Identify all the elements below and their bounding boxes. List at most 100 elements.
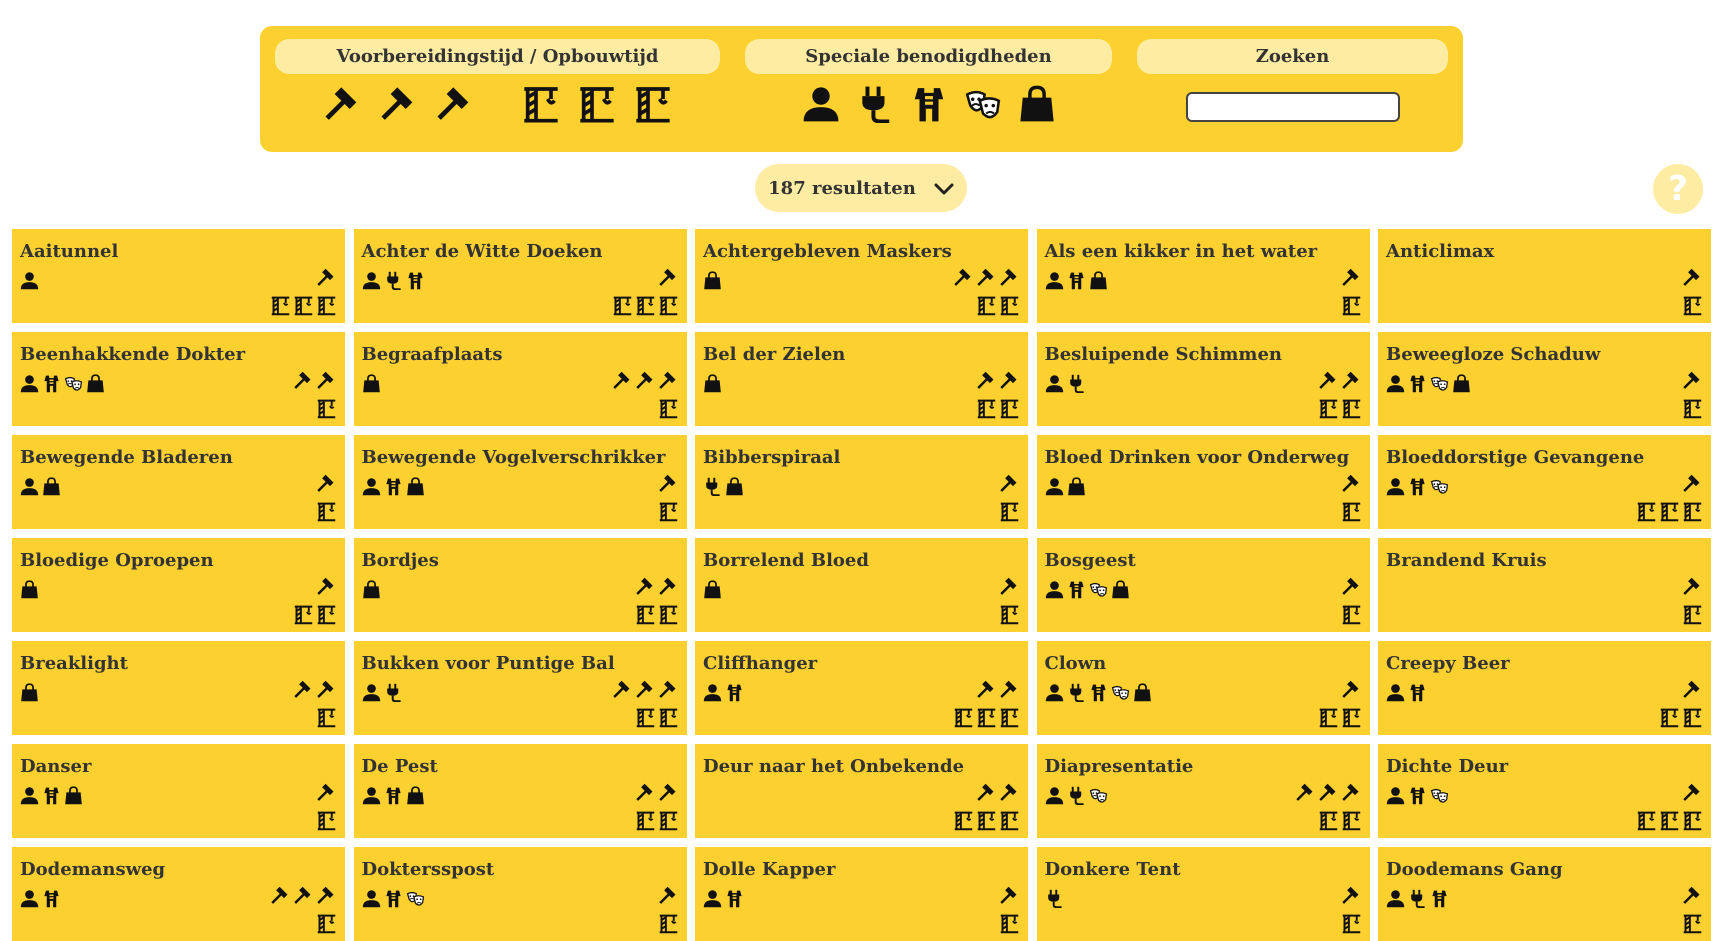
filter-prep-hammer-1[interactable] (315, 84, 371, 124)
scaffold-icon (316, 295, 337, 316)
attraction-card[interactable]: Bordjes (353, 538, 687, 632)
attraction-grid: Aaitunnel Achter de Witte Doeken Achtergeb… (12, 229, 1712, 941)
card-build-time (635, 604, 679, 625)
card-requirements (1386, 374, 1471, 393)
person-icon (1386, 374, 1405, 393)
scaffold-icon (976, 398, 997, 419)
filter-build-scaffold-2[interactable] (569, 84, 625, 124)
attraction-card[interactable]: Clown (1036, 641, 1370, 735)
card-title: Doodemans Gang (1386, 859, 1563, 880)
attraction-card[interactable]: Bukken voor Puntige Bal (353, 641, 687, 735)
attraction-card[interactable]: Anticlimax (1378, 229, 1711, 323)
attraction-card[interactable]: Creepy Beer (1378, 641, 1711, 735)
card-build-time (316, 501, 337, 522)
results-dropdown[interactable]: 187 resultaten (755, 164, 967, 212)
filter-person-button[interactable] (794, 85, 848, 123)
attraction-card[interactable]: Brandend Kruis (1378, 538, 1711, 632)
attraction-card[interactable]: Borrelend Bloed (695, 538, 1028, 632)
attraction-card[interactable]: Cliffhanger (695, 641, 1028, 735)
attraction-card[interactable]: Danser (12, 744, 345, 838)
hammer-icon (1295, 782, 1316, 803)
card-requirements (362, 786, 425, 805)
attraction-card[interactable]: Bewegende Vogelverschrikker (353, 435, 687, 529)
filter-prep-hammer-3[interactable] (427, 84, 483, 124)
hammer-icon (1682, 473, 1703, 494)
attraction-card[interactable]: Donkere Tent (1036, 847, 1370, 941)
hammer-icon (976, 267, 997, 288)
chevron-down-icon (934, 178, 954, 199)
filter-costume-button[interactable] (902, 85, 956, 123)
attraction-card[interactable]: Doodemans Gang (1378, 847, 1711, 941)
attraction-card[interactable]: Dichte Deur (1378, 744, 1711, 838)
scaffold-icon (976, 295, 997, 316)
filter-bag-button[interactable] (1010, 85, 1064, 123)
attraction-card[interactable]: Dolle Kapper (695, 847, 1028, 941)
filter-prep-hammer-2[interactable] (371, 84, 427, 124)
card-requirements (1386, 786, 1449, 805)
attraction-card[interactable]: Deur naar het Onbekende (695, 744, 1028, 838)
card-prep-time (953, 267, 1020, 288)
attraction-card[interactable]: Bel der Zielen (695, 332, 1028, 426)
plug-icon (1067, 374, 1086, 393)
attraction-card[interactable]: Begraafplaats (353, 332, 687, 426)
filter-plug-button[interactable] (848, 85, 902, 123)
attraction-card[interactable]: Diapresentatie (1036, 744, 1370, 838)
attraction-card[interactable]: Bewegende Bladeren (12, 435, 345, 529)
scaffold-icon (625, 84, 681, 124)
bag-icon (725, 477, 744, 496)
card-requirements (1045, 374, 1086, 393)
attraction-card[interactable]: Beenhakkende Dokter (12, 332, 345, 426)
attraction-card[interactable]: Beweegloze Schaduw (1378, 332, 1711, 426)
costume-icon (384, 889, 403, 908)
scaffold-icon (1682, 295, 1703, 316)
card-build-time (1682, 913, 1703, 934)
attraction-card[interactable]: Bibberspiraal (695, 435, 1028, 529)
card-requirements (20, 683, 39, 702)
attraction-card[interactable]: De Pest (353, 744, 687, 838)
bag-icon (703, 374, 722, 393)
attraction-card[interactable]: Achtergebleven Maskers (695, 229, 1028, 323)
plug-icon (1067, 683, 1086, 702)
mask-icon (64, 374, 83, 393)
attraction-card[interactable]: Bosgeest (1036, 538, 1370, 632)
attraction-card[interactable]: Besluipende Schimmen (1036, 332, 1370, 426)
mask-icon (1430, 786, 1449, 805)
help-button[interactable]: ? (1653, 164, 1703, 214)
attraction-card[interactable]: Dodemansweg (12, 847, 345, 941)
person-icon (1386, 786, 1405, 805)
card-title: Dodemansweg (20, 859, 166, 880)
costume-icon (42, 786, 61, 805)
attraction-card[interactable]: Bloed Drinken voor Onderweg (1036, 435, 1370, 529)
plug-icon (848, 85, 902, 123)
card-requirements (362, 374, 381, 393)
card-build-time (270, 295, 337, 316)
attraction-card[interactable]: Achter de Witte Doeken (353, 229, 687, 323)
filter-build-scaffold-1[interactable] (513, 84, 569, 124)
attraction-card[interactable]: Bloeddorstige Gevangene (1378, 435, 1711, 529)
card-build-time (1636, 810, 1703, 831)
card-title: Danser (20, 756, 92, 777)
scaffold-icon (1682, 501, 1703, 522)
card-build-time (293, 604, 337, 625)
hammer-icon (316, 370, 337, 391)
filter-build-scaffold-3[interactable] (625, 84, 681, 124)
hammer-icon (635, 679, 656, 700)
card-build-time (999, 604, 1020, 625)
card-requirements (1386, 477, 1449, 496)
card-requirements (1386, 683, 1427, 702)
filter-mask-button[interactable] (956, 85, 1010, 123)
scaffold-icon (316, 604, 337, 625)
scaffold-icon (569, 84, 625, 124)
attraction-card[interactable]: Als een kikker in het water (1036, 229, 1370, 323)
scaffold-icon (658, 501, 679, 522)
hammer-icon (1318, 370, 1339, 391)
search-input[interactable] (1185, 92, 1400, 122)
attraction-card[interactable]: Breaklight (12, 641, 345, 735)
scaffold-icon (1636, 810, 1657, 831)
costume-icon (1408, 683, 1427, 702)
attraction-card[interactable]: Doktersspost (353, 847, 687, 941)
attraction-card[interactable]: Aaitunnel (12, 229, 345, 323)
costume-icon (1067, 271, 1086, 290)
card-build-time (1341, 295, 1362, 316)
attraction-card[interactable]: Bloedige Oproepen (12, 538, 345, 632)
